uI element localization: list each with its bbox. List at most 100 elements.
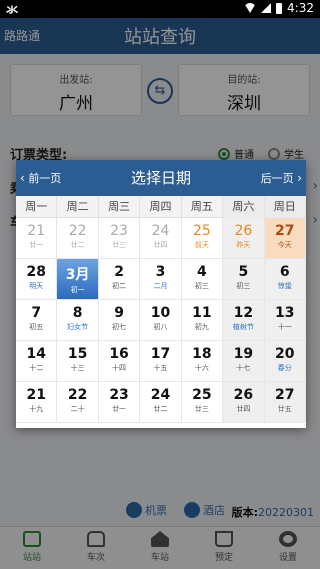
calendar-day-cell: 21 廿一 — [16, 218, 58, 259]
day-subtext: 初三 — [194, 282, 209, 290]
day-number: 24 — [150, 387, 171, 403]
weekday-label: 周日 — [264, 196, 306, 218]
day-number: 28 — [26, 264, 46, 280]
day-subtext: 昨天 — [236, 241, 251, 249]
calendar-day-cell[interactable]: 25 前天 — [181, 218, 224, 259]
status-left-text: 氺 — [6, 3, 19, 17]
signal-icon — [261, 3, 272, 13]
calendar-day-cell[interactable]: 13 十一 — [264, 300, 306, 341]
weekday-header: 周一 周二 周三 周四 周五 周六 周日 — [16, 196, 306, 218]
day-number: 2 — [114, 264, 124, 280]
calendar-day-cell[interactable]: 10 初八 — [140, 300, 182, 341]
weekday-label: 周三 — [99, 196, 141, 218]
calendar-day-cell[interactable]: 26 廿四 — [223, 382, 265, 423]
calendar-day-cell[interactable]: 22 二十 — [57, 382, 99, 423]
calendar-day-cell[interactable]: 17 十五 — [140, 341, 182, 382]
calendar-day-cell[interactable]: 12 植树节 — [223, 300, 265, 341]
day-subtext: 十二 — [29, 364, 44, 372]
day-number: 3月 — [65, 267, 90, 283]
day-subtext: 十六 — [194, 364, 209, 372]
day-subtext: 初八 — [153, 323, 168, 331]
calendar-day-cell[interactable]: 24 廿二 — [140, 382, 182, 423]
date-picker-header: ‹ 前一页 选择日期 后一页 › — [16, 160, 306, 196]
day-subtext: 春分 — [277, 364, 292, 372]
calendar-day-cell[interactable]: 9 初七 — [98, 300, 141, 341]
day-subtext: 十七 — [236, 364, 251, 372]
weekday-label: 周二 — [57, 196, 99, 218]
calendar-day-cell[interactable]: 4 初三 — [181, 259, 224, 300]
day-subtext: 廿三 — [112, 241, 127, 249]
calendar-day-cell[interactable]: 8 妇女节 — [57, 300, 99, 341]
day-number: 19 — [233, 346, 254, 362]
day-subtext: 十九 — [29, 405, 44, 413]
calendar-day-cell[interactable]: 6 惊蛰 — [264, 259, 306, 300]
calendar-day-cell[interactable]: 18 十六 — [181, 341, 224, 382]
day-number: 4 — [197, 264, 207, 280]
calendar-day-cell[interactable]: 21 十九 — [16, 382, 58, 423]
day-subtext: 十四 — [112, 364, 127, 372]
day-subtext: 廿五 — [277, 405, 292, 413]
calendar-day-cell[interactable]: 28 明天 — [16, 259, 58, 300]
weekday-label: 周五 — [182, 196, 224, 218]
day-number: 21 — [26, 387, 46, 403]
calendar-day-cell: 23 廿三 — [98, 218, 141, 259]
day-number: 15 — [67, 346, 88, 362]
calendar-day-cell[interactable]: 26 昨天 — [223, 218, 265, 259]
day-number: 22 — [68, 223, 87, 239]
day-subtext: 前天 — [194, 241, 209, 249]
calendar-day-cell[interactable]: 20 春分 — [264, 341, 306, 382]
calendar-day-cell[interactable]: 2 初二 — [98, 259, 141, 300]
day-number: 16 — [109, 346, 129, 362]
day-number: 24 — [151, 223, 170, 239]
day-subtext: 二月 — [153, 282, 168, 290]
day-number: 3 — [155, 264, 166, 280]
status-icons: 4:32 — [244, 1, 314, 15]
calendar-day-cell[interactable]: 27 廿五 — [264, 382, 306, 423]
calendar-day-cell[interactable]: 16 十四 — [98, 341, 141, 382]
day-number: 6 — [279, 264, 290, 280]
day-number: 26 — [234, 223, 253, 239]
day-number: 18 — [192, 346, 212, 362]
day-subtext: 廿一 — [112, 405, 127, 413]
date-picker-dialog: ‹ 前一页 选择日期 后一页 › 周一 周二 周三 周四 周五 周六 周日 21 廿一 22 廿二… — [16, 160, 306, 428]
status-time: 4:32 — [287, 1, 314, 15]
status-bar: 氺 4:32 — [0, 0, 320, 18]
day-number: 23 — [109, 387, 129, 403]
day-number: 25 — [193, 223, 211, 239]
calendar-day-cell[interactable]: 11 初九 — [181, 300, 224, 341]
day-subtext: 初五 — [29, 323, 44, 331]
calendar-day-cell[interactable]: 15 十三 — [57, 341, 99, 382]
day-number: 23 — [110, 223, 128, 239]
day-subtext: 初二 — [112, 282, 127, 290]
calendar-day-cell[interactable]: 27 今天 — [264, 218, 306, 259]
calendar-day-cell[interactable]: 3月 初一 — [57, 259, 99, 300]
day-number: 11 — [192, 305, 212, 321]
calendar-day-cell[interactable]: 25 廿三 — [181, 382, 224, 423]
day-subtext: 廿二 — [153, 405, 168, 413]
day-number: 7 — [31, 305, 42, 321]
calendar-day-cell: 22 廿二 — [57, 218, 99, 259]
calendar-day-cell[interactable]: 7 初五 — [16, 300, 58, 341]
day-subtext: 植树节 — [232, 323, 254, 331]
day-subtext: 廿三 — [194, 405, 209, 413]
day-subtext: 廿一 — [29, 241, 44, 249]
calendar-day-cell[interactable]: 5 初三 — [223, 259, 265, 300]
weekday-label: 周六 — [223, 196, 265, 218]
day-number: 25 — [192, 387, 212, 403]
day-subtext: 初七 — [112, 323, 127, 331]
day-number: 12 — [233, 305, 254, 321]
chevron-right-icon: › — [297, 171, 302, 185]
calendar-day-cell[interactable]: 23 廿一 — [98, 382, 141, 423]
day-number: 9 — [114, 305, 124, 321]
day-subtext: 今天 — [277, 241, 292, 249]
day-number: 14 — [26, 346, 46, 362]
weekday-label: 周四 — [140, 196, 182, 218]
next-page-button[interactable]: 后一页 › — [261, 170, 302, 186]
wifi-icon — [244, 3, 257, 13]
calendar-day-cell[interactable]: 14 十二 — [16, 341, 58, 382]
calendar-grid: 21 廿一 22 廿二 23 廿三 24 廿四 25 前天 26 昨天 27 今天 28 明天 3月 初一 2 初二 3… — [16, 218, 306, 423]
calendar-day-cell[interactable]: 19 十七 — [223, 341, 265, 382]
day-number: 5 — [238, 264, 249, 280]
calendar-day-cell[interactable]: 3 二月 — [140, 259, 182, 300]
day-number: 17 — [150, 346, 171, 362]
